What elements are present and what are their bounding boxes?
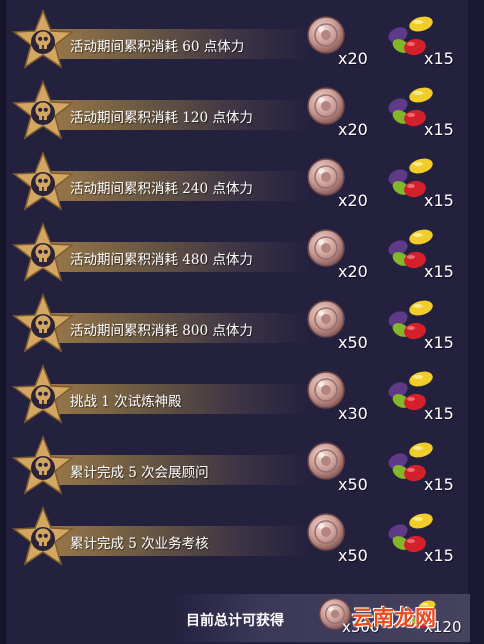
task-label: 活动期间累积消耗 480 点体力 <box>70 252 253 268</box>
task-label: 累计完成 5 次会展顾问 <box>70 465 209 481</box>
beans-quantity: x15 <box>424 475 454 494</box>
beans-quantity: x15 <box>424 120 454 139</box>
task-row: 活动期间累积消耗 240 点体力 x20 x15 <box>0 149 484 220</box>
skull-star-icon <box>12 506 74 568</box>
skull-star-icon <box>12 151 74 213</box>
task-label: 活动期间累积消耗 240 点体力 <box>70 181 253 197</box>
coin-quantity: x50 <box>338 546 368 565</box>
skull-star-icon <box>12 222 74 284</box>
beans-quantity: x15 <box>424 262 454 281</box>
task-row: 累计完成 5 次会展顾问 x50 x15 <box>0 433 484 504</box>
task-row: 累计完成 5 次业务考核 x50 x15 <box>0 504 484 575</box>
skull-star-icon <box>12 9 74 71</box>
watermark-text: 云南龙网 <box>352 606 436 630</box>
coin-quantity: x50 <box>338 333 368 352</box>
task-row: 活动期间累积消耗 60 点体力 x20 x15 <box>0 7 484 78</box>
coin-quantity: x20 <box>338 262 368 281</box>
skull-star-icon <box>12 364 74 426</box>
beans-quantity: x15 <box>424 546 454 565</box>
beans-quantity: x15 <box>424 333 454 352</box>
beans-quantity: x15 <box>424 404 454 423</box>
task-row: 活动期间累积消耗 120 点体力 x20 x15 <box>0 78 484 149</box>
total-rewards-summary: 目前总计可获得 x300 x120 云南龙网 <box>0 592 484 644</box>
beans-quantity: x15 <box>424 49 454 68</box>
task-label: 累计完成 5 次业务考核 <box>70 536 209 552</box>
summary-label: 目前总计可获得 <box>186 613 284 629</box>
coin-quantity: x20 <box>338 191 368 210</box>
coin-quantity: x20 <box>338 120 368 139</box>
coin-quantity: x20 <box>338 49 368 68</box>
coin-quantity: x30 <box>338 404 368 423</box>
beans-quantity: x15 <box>424 191 454 210</box>
task-label: 挑战 1 次试炼神殿 <box>70 394 182 410</box>
task-row: 挑战 1 次试炼神殿 x30 x15 <box>0 362 484 433</box>
coin-quantity: x50 <box>338 475 368 494</box>
skull-star-icon <box>12 293 74 355</box>
skull-star-icon <box>12 435 74 497</box>
task-label: 活动期间累积消耗 60 点体力 <box>70 39 245 55</box>
skull-star-icon <box>12 80 74 142</box>
task-label: 活动期间累积消耗 120 点体力 <box>70 110 253 126</box>
task-row: 活动期间累积消耗 480 点体力 x20 x15 <box>0 220 484 291</box>
task-row: 活动期间累积消耗 800 点体力 x50 x15 <box>0 291 484 362</box>
task-label: 活动期间累积消耗 800 点体力 <box>70 323 253 339</box>
